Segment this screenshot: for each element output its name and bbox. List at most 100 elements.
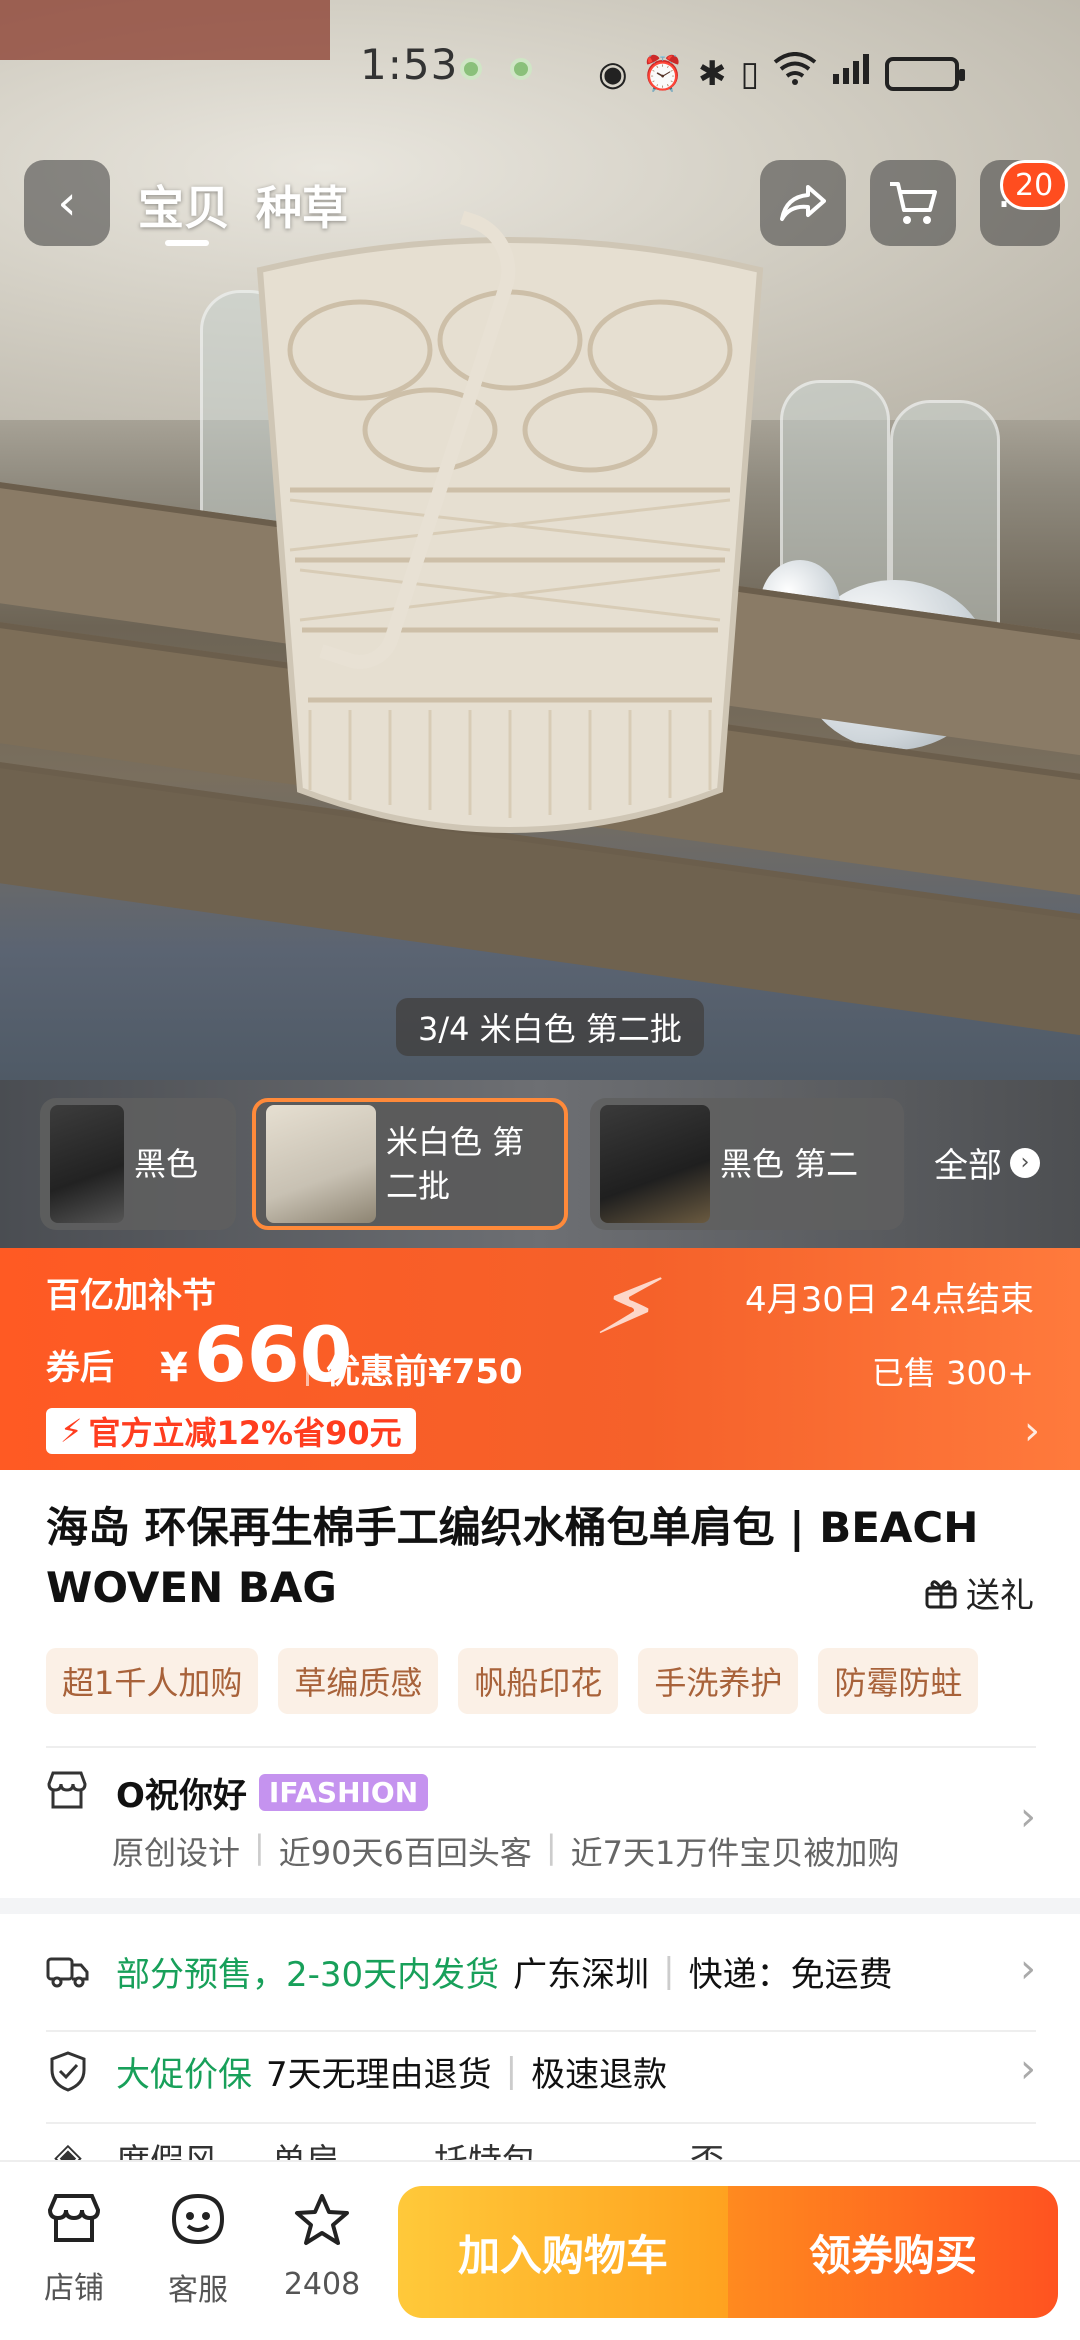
bluetooth-icon: ✱ xyxy=(698,53,727,94)
tab-item[interactable]: 宝贝 xyxy=(138,172,230,238)
divider xyxy=(46,1746,1036,1748)
bottom-action-bar: 店铺 客服 2408 加入购物车 领券购买 xyxy=(0,2160,1080,2340)
separator: | xyxy=(663,1951,675,1991)
shop-stat: 原创设计 xyxy=(112,1834,241,1872)
divider xyxy=(46,2030,1036,2032)
customer-service-button[interactable]: 客服 xyxy=(148,2192,248,2309)
tab-active-indicator xyxy=(165,240,209,246)
product-tag[interactable]: 草编质感 xyxy=(278,1648,439,1714)
store-icon xyxy=(47,1771,87,1809)
store-icon xyxy=(24,2192,124,2257)
signal-icon xyxy=(831,52,871,95)
cart-icon xyxy=(890,182,937,224)
woven-bucket-bag xyxy=(256,237,764,833)
notification-dot-icon xyxy=(510,58,532,80)
variant-label: 黑色 第二 xyxy=(720,1145,859,1183)
status-time: 1:53 xyxy=(360,40,459,89)
wifi-icon xyxy=(773,52,817,95)
product-tag[interactable]: 手洗养护 xyxy=(638,1648,799,1714)
delivery-truck-icon xyxy=(46,1949,90,1993)
gallery-page-indicator: 3/4 米白色 第二批 xyxy=(396,998,704,1056)
separator: | xyxy=(545,1828,557,1866)
shop-info-row[interactable]: O祝你好 IFASHION 原创设计 | 近90天6百回头客 | 近7天1万件宝… xyxy=(46,1768,1036,1890)
vibrate-icon: ▯ xyxy=(740,53,760,94)
sold-count: 已售 300+ xyxy=(871,1354,1034,1392)
shop-name-row: O祝你好 IFASHION xyxy=(116,1768,429,1817)
chevron-left-icon: ‹ xyxy=(57,175,77,231)
ifashion-badge: IFASHION xyxy=(258,1774,429,1811)
express-fee: 快递：免运费 xyxy=(688,1954,893,1995)
variant-selector: 黑色 米白色 第二批 黑色 第二 全部 › xyxy=(0,1080,1080,1248)
chevron-right-icon: › xyxy=(1010,1147,1040,1178)
price-banner[interactable]: 百亿加补节 ⚡ 4月30日 24点结束 券后 ¥660 优惠前¥750 已售 3… xyxy=(0,1248,1080,1470)
guarantee-item: 极速退款 xyxy=(531,2054,668,2095)
variant-option-black[interactable]: 黑色 xyxy=(40,1098,236,1230)
variant-option-black-second[interactable]: 黑色 第二 xyxy=(590,1098,904,1230)
alarm-icon: ⏰ xyxy=(641,53,685,94)
variant-thumbnail xyxy=(50,1105,124,1223)
shipping-row[interactable]: 部分预售，2-30天内发货 广东深圳 | 快递：免运费 › xyxy=(46,1936,1036,2006)
favorite-button[interactable]: 2408 xyxy=(272,2192,372,2302)
product-image-gallery[interactable]: 1:53 ◉ ⏰ ✱ ▯ ‹ 宝贝 种草 20 3/4 米白色 第二批 xyxy=(0,0,1080,1080)
buy-with-coupon-button[interactable]: 领券购买 xyxy=(728,2186,1058,2318)
shop-name: O祝你好 xyxy=(116,1776,247,1816)
store-label: 店铺 xyxy=(44,2271,104,2306)
top-nav: ‹ 宝贝 种草 ⋯ xyxy=(0,160,1080,250)
star-icon xyxy=(272,2192,372,2261)
official-discount-label: 官方立减12%省90元 xyxy=(88,1414,402,1452)
divider xyxy=(46,2122,1036,2124)
product-tag[interactable]: 防霉防蛀 xyxy=(818,1648,979,1714)
presale-status: 部分预售，2-30天内发货 xyxy=(116,1954,500,1995)
gift-icon xyxy=(925,1579,957,1608)
promo-end-time: 4月30日 24点结束 xyxy=(745,1280,1034,1320)
official-discount-tag[interactable]: ⚡ 官方立减12%省90元 xyxy=(46,1408,416,1454)
chevron-right-icon: › xyxy=(1024,1408,1040,1454)
store-button[interactable]: 店铺 xyxy=(24,2192,124,2307)
variant-option-offwhite[interactable]: 米白色 第二批 xyxy=(252,1098,568,1230)
currency-symbol: ¥ xyxy=(160,1345,188,1391)
variant-thumbnail xyxy=(600,1105,710,1223)
back-button[interactable]: ‹ xyxy=(24,160,110,246)
notification-dot-icon xyxy=(460,58,482,80)
shop-stats: 原创设计 | 近90天6百回头客 | 近7天1万件宝贝被加购 xyxy=(112,1828,899,1874)
variant-thumbnail xyxy=(266,1105,376,1223)
battery-icon xyxy=(885,56,966,91)
product-tags: 超1千人加购 草编质感 帆船印花 手洗养护 防霉防蛀 xyxy=(46,1648,1036,1718)
product-tag[interactable]: 帆船印花 xyxy=(458,1648,619,1714)
add-to-cart-button[interactable]: 加入购物车 xyxy=(398,2186,728,2318)
gift-button[interactable]: 送礼 xyxy=(924,1568,1034,1617)
favorite-count: 2408 xyxy=(283,2267,361,2302)
eye-icon: ◉ xyxy=(598,53,628,94)
separator: | xyxy=(505,2051,518,2091)
coupon-price: ¥660 xyxy=(160,1310,353,1399)
ship-from-location: 广东深圳 xyxy=(513,1954,650,1995)
chevron-right-icon: › xyxy=(1020,1794,1036,1840)
status-icons: ◉ ⏰ ✱ ▯ xyxy=(598,52,966,95)
gift-label: 送礼 xyxy=(966,1576,1034,1616)
coupon-price-label: 券后 xyxy=(46,1348,114,1388)
customer-service-label: 客服 xyxy=(168,2273,228,2308)
product-tag[interactable]: 超1千人加购 xyxy=(46,1648,259,1714)
chevron-right-icon: › xyxy=(1020,1946,1036,1992)
guarantee-item: 7天无理由退货 xyxy=(266,2054,492,2095)
price-divider xyxy=(306,1348,309,1386)
status-bar: 1:53 ◉ ⏰ ✱ ▯ xyxy=(0,40,1080,110)
tab-seeding[interactable]: 种草 xyxy=(256,172,348,238)
variant-label: 黑色 xyxy=(134,1145,199,1183)
cart-button[interactable] xyxy=(870,160,956,246)
all-variants-label: 全部 xyxy=(934,1146,1002,1186)
product-title: 海岛 环保再生棉手工编织水桶包单肩包 | BEACH WOVEN BAG xyxy=(46,1503,979,1612)
shop-stat: 近7天1万件宝贝被加购 xyxy=(570,1834,900,1872)
variant-label: 米白色 第二批 xyxy=(386,1123,525,1205)
guarantee-row[interactable]: 大促价保 7天无理由退货 | 极速退款 › xyxy=(46,2036,1036,2106)
price-protection-label: 大促价保 xyxy=(116,2054,252,2095)
all-variants-button[interactable]: 全部 › xyxy=(934,1138,1040,1187)
separator: | xyxy=(254,1828,265,1866)
chevron-right-icon: › xyxy=(1020,2046,1036,2092)
share-icon xyxy=(780,185,826,221)
chat-face-icon xyxy=(148,2192,248,2259)
share-button[interactable] xyxy=(760,160,846,246)
shield-check-icon xyxy=(46,2049,90,2093)
lightning-icon: ⚡ xyxy=(587,1248,674,1367)
original-price: 优惠前¥750 xyxy=(326,1352,523,1392)
